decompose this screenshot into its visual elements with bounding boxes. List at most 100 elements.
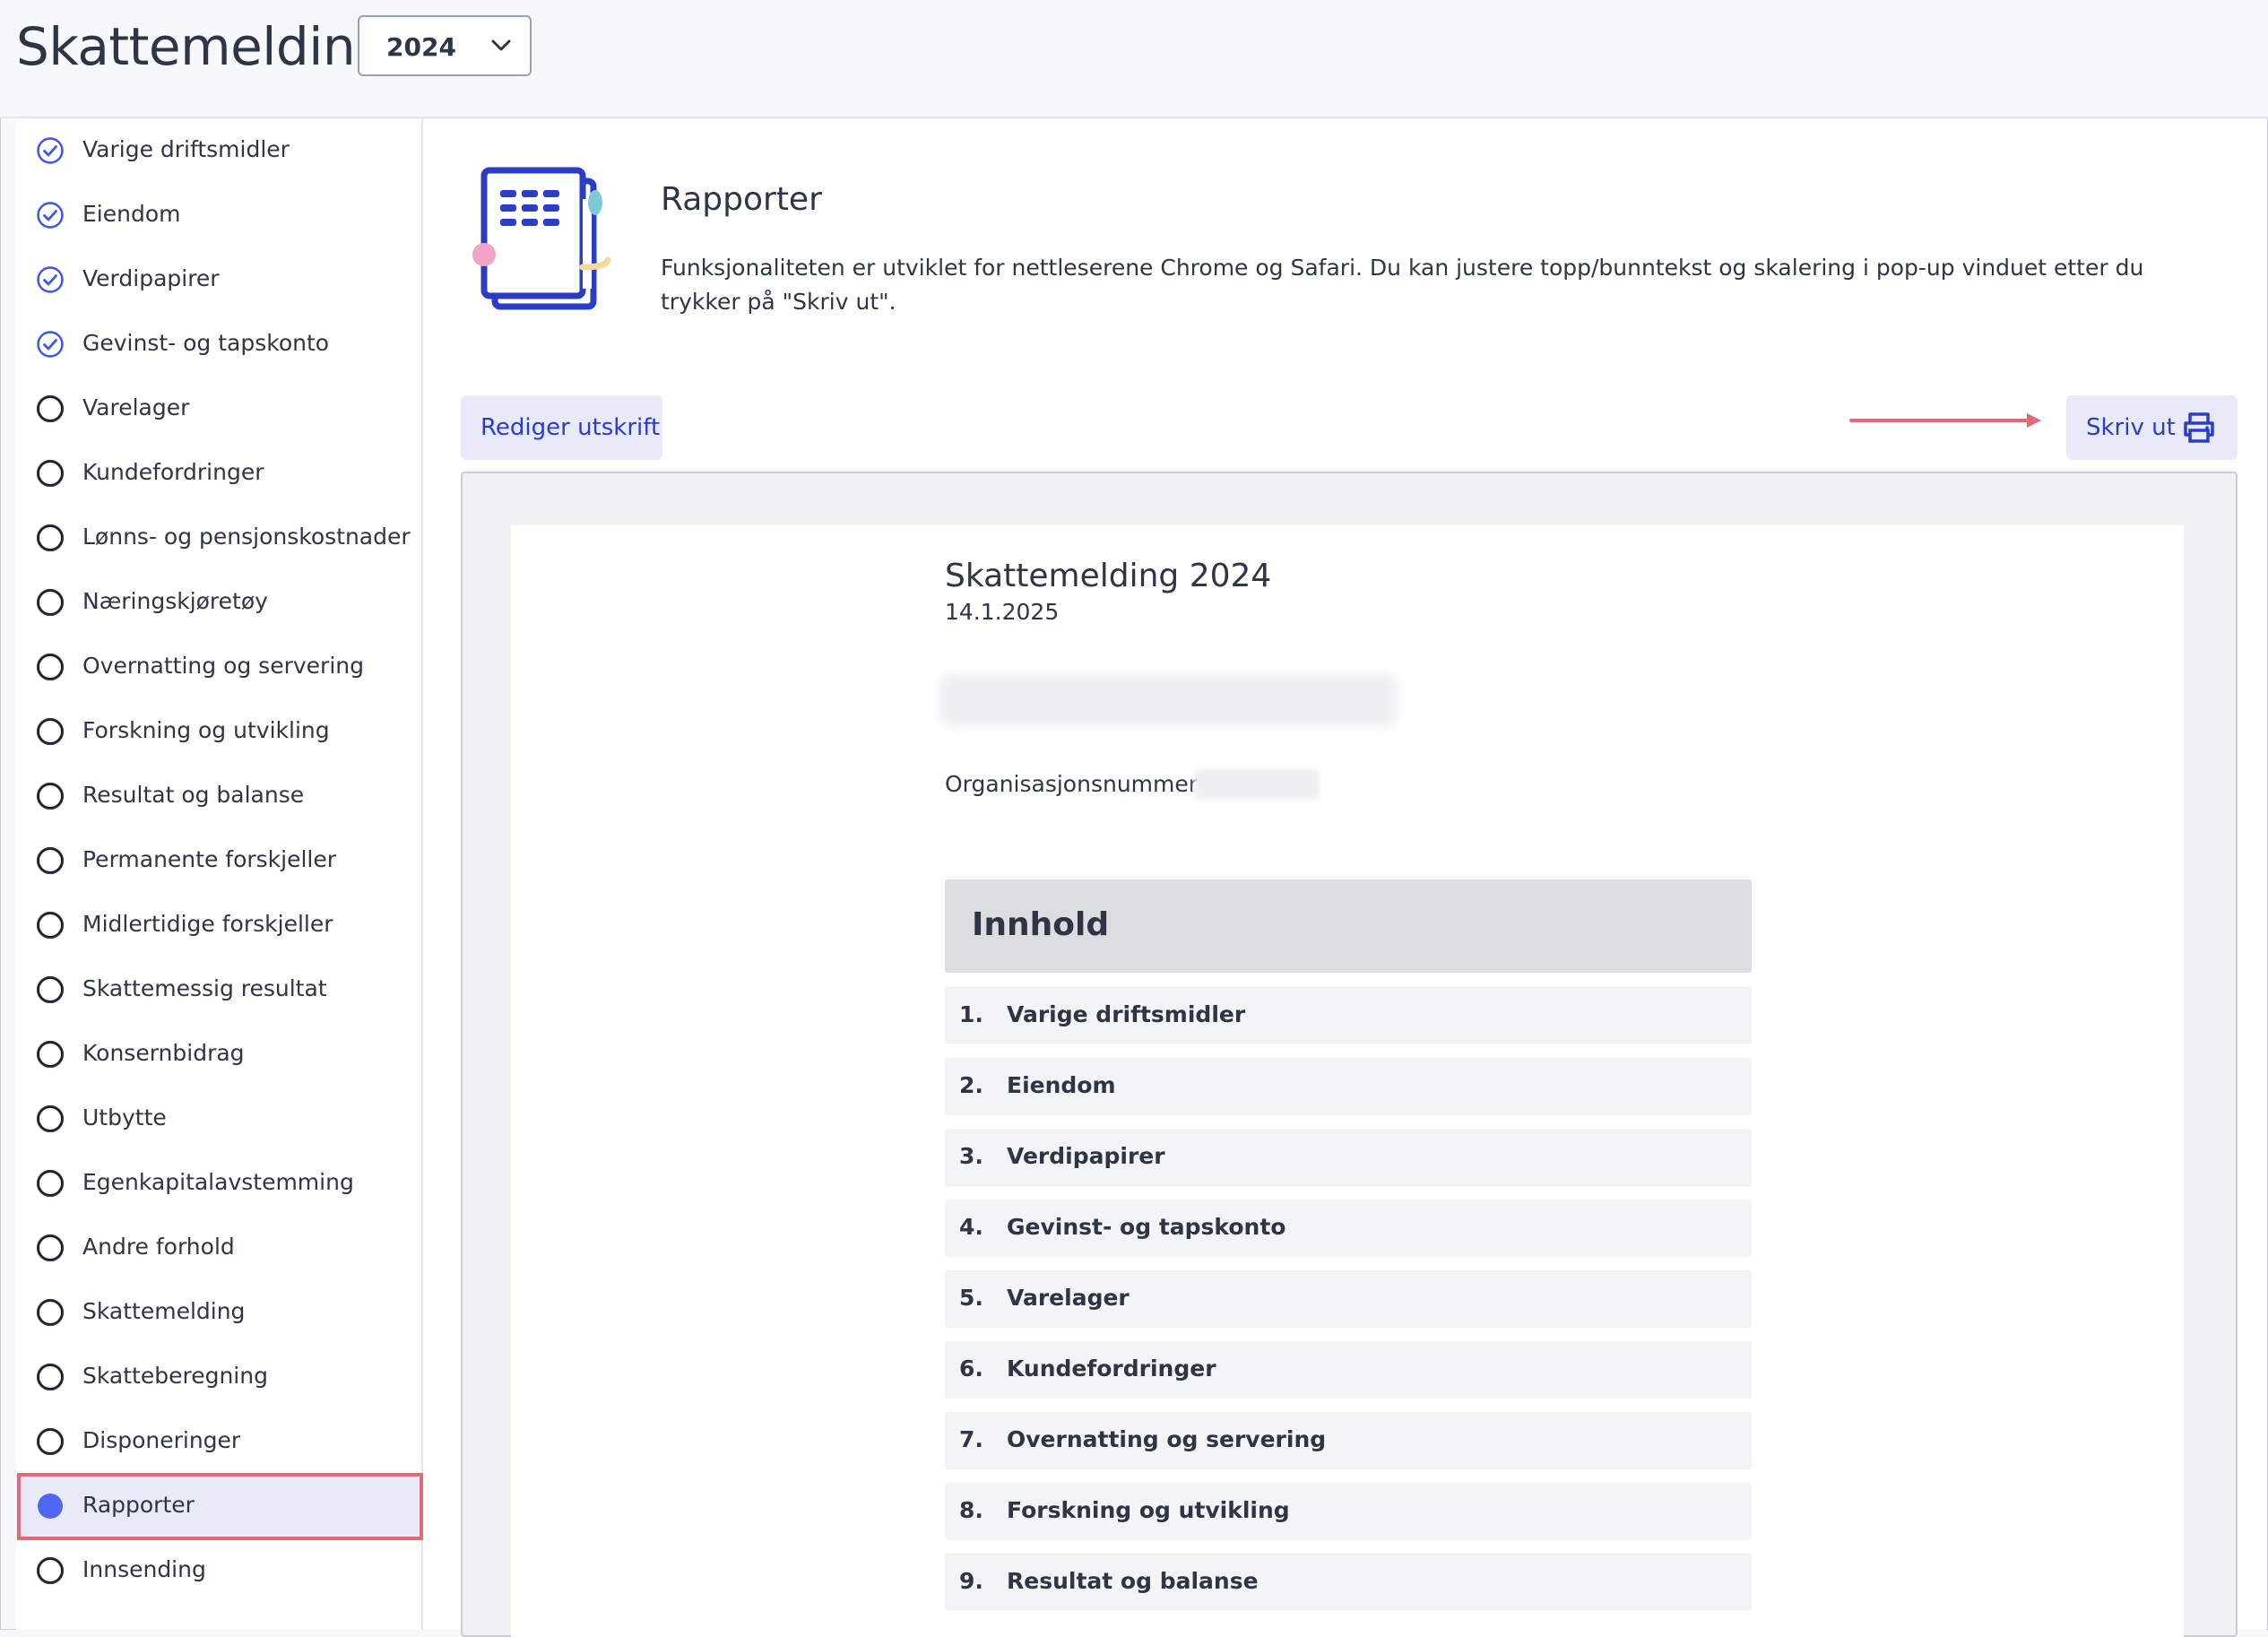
empty-circle-icon [37,1299,64,1326]
empty-circle-icon [37,654,64,680]
empty-circle-icon [37,912,64,939]
toc-row-label: Gevinst- og tapskonto [1007,1214,1286,1240]
toc-row-label: Kundefordringer [1007,1356,1216,1381]
sidebar-item-label: Overnatting og servering [82,653,364,679]
sidebar-item-label: Kundefordringer [82,459,264,485]
report-date: 14.1.2025 [945,599,1060,625]
year-select-value: 2024 [386,32,456,62]
sidebar-item[interactable]: Permanente forskjeller [16,828,421,893]
empty-circle-icon [37,1428,64,1455]
sidebar-item[interactable]: Resultat og balanse [16,764,421,828]
sidebar-item[interactable]: Egenkapitalavstemming [16,1151,421,1216]
toc-row-number: 4. [959,1214,983,1240]
sidebar-item-label: Permanente forskjeller [82,846,337,872]
empty-circle-icon [37,589,64,616]
edit-print-button[interactable]: Rediger utskrift [461,395,662,460]
toc-row-number: 6. [959,1356,983,1381]
sidebar-item[interactable]: Utbytte [16,1087,421,1151]
toc-row-number: 9. [959,1568,983,1594]
sidebar-item[interactable]: Andre forhold [16,1216,421,1280]
sidebar-item-label: Eiendom [82,201,181,227]
sidebar-item-label: Næringskjøretøy [82,588,268,614]
check-circle-icon [37,331,64,358]
empty-circle-icon [37,1557,64,1584]
sidebar-item-label: Utbytte [82,1104,167,1130]
print-button[interactable]: Skriv ut [2066,395,2238,460]
sidebar-item[interactable]: Skattemessig resultat [16,957,421,1022]
toc-row: 3. Verdipapirer [945,1129,1752,1186]
sidebar-item-label: Varelager [82,394,190,420]
check-circle-icon [37,137,64,164]
toc-row-label: Forskning og utvikling [1007,1497,1290,1523]
org-number-label: Organisasjonsnummer: [945,771,1206,797]
empty-circle-icon [37,847,64,874]
empty-circle-icon [37,783,64,810]
sidebar-item-label: Disponeringer [82,1427,241,1453]
sidebar-item[interactable]: Overnatting og servering [16,635,421,699]
report-document-icon [472,167,611,310]
active-item-highlight [17,1473,423,1540]
sidebar-item[interactable]: Forskning og utvikling [16,699,421,764]
sidebar-item-label: Skattemelding [82,1298,246,1324]
sidebar-item[interactable]: Verdipapirer [16,247,421,312]
check-circle-icon [37,266,64,293]
sidebar-item[interactable]: Eiendom [16,183,421,247]
sidebar-item-label: Egenkapitalavstemming [82,1169,354,1195]
sidebar-item-label: Lønns- og pensjonskostnader [82,524,411,550]
section-description: Funksjonaliteten er utviklet for nettles… [661,255,2144,315]
toc-row: 6. Kundefordringer [945,1341,1752,1399]
toc-row: 9. Resultat og balanse [945,1554,1752,1611]
print-button-label: Skriv ut [2086,414,2176,441]
sidebar-item[interactable]: Konsernbidrag [16,1022,421,1087]
toc-row-number: 5. [959,1285,983,1311]
sidebar-item[interactable]: Innsending [16,1538,421,1603]
toc-row-label: Resultat og balanse [1007,1568,1259,1594]
empty-circle-icon [37,1364,64,1390]
sidebar-item[interactable]: Disponeringer [16,1409,421,1474]
app-title: Skattemelding [16,16,388,77]
empty-circle-icon [37,976,64,1003]
sidebar-item[interactable]: Varelager [16,377,421,441]
toc-row-label: Varelager [1007,1285,1130,1311]
year-select[interactable]: 2024 [358,15,532,76]
sidebar-item-label: Gevinst- og tapskonto [82,330,330,356]
redacted-org-number [1194,769,1320,800]
toc-row: 2. Eiendom [945,1058,1752,1115]
sidebar-item-label: Forskning og utvikling [82,717,330,743]
empty-circle-icon [37,460,64,487]
toc-row: 5. Varelager [945,1270,1752,1328]
sidebar: Varige driftsmidler Eiendom Verdipapirer Ge… [16,118,423,1630]
sidebar-item[interactable]: Varige driftsmidler [16,118,421,183]
toc-row-label: Varige driftsmidler [1007,1001,1246,1027]
toc-row-label: Overnatting og servering [1007,1426,1327,1452]
sidebar-item-label: Midlertidige forskjeller [82,911,333,937]
check-circle-icon [37,202,64,229]
empty-circle-icon [37,1170,64,1197]
sidebar-item[interactable]: Kundefordringer [16,441,421,506]
sidebar-item[interactable]: Skattemelding [16,1280,421,1345]
report-title: Skattemelding 2024 [945,558,1272,594]
empty-circle-icon [37,1041,64,1068]
sidebar-item[interactable]: Gevinst- og tapskonto [16,312,421,377]
sidebar-item-label: Resultat og balanse [82,782,305,808]
toc-row-label: Eiendom [1007,1072,1116,1098]
toc-row-number: 8. [959,1497,983,1523]
sidebar-item[interactable]: Lønns- og pensjonskostnader [16,506,421,570]
sidebar-item-label: Skattemessig resultat [82,975,327,1001]
toc-row: 7. Overnatting og servering [945,1412,1752,1469]
toc-header: Innhold [945,879,1752,973]
toc-row-label: Verdipapirer [1007,1143,1165,1169]
toc-row: 8. Forskning og utvikling [945,1483,1752,1540]
sidebar-item-label: Konsernbidrag [82,1040,245,1066]
sidebar-item[interactable]: Midlertidige forskjeller [16,893,421,957]
printer-icon [2184,412,2214,443]
empty-circle-icon [37,524,64,551]
sidebar-item-label: Skatteberegning [82,1363,268,1389]
toc-row-number: 1. [959,1001,983,1027]
annotation-arrow [1849,413,2041,428]
toc-row-number: 3. [959,1143,983,1169]
sidebar-item-label: Andre forhold [82,1234,235,1260]
sidebar-item[interactable]: Skatteberegning [16,1345,421,1409]
empty-circle-icon [37,1234,64,1261]
sidebar-item[interactable]: Næringskjøretøy [16,570,421,635]
